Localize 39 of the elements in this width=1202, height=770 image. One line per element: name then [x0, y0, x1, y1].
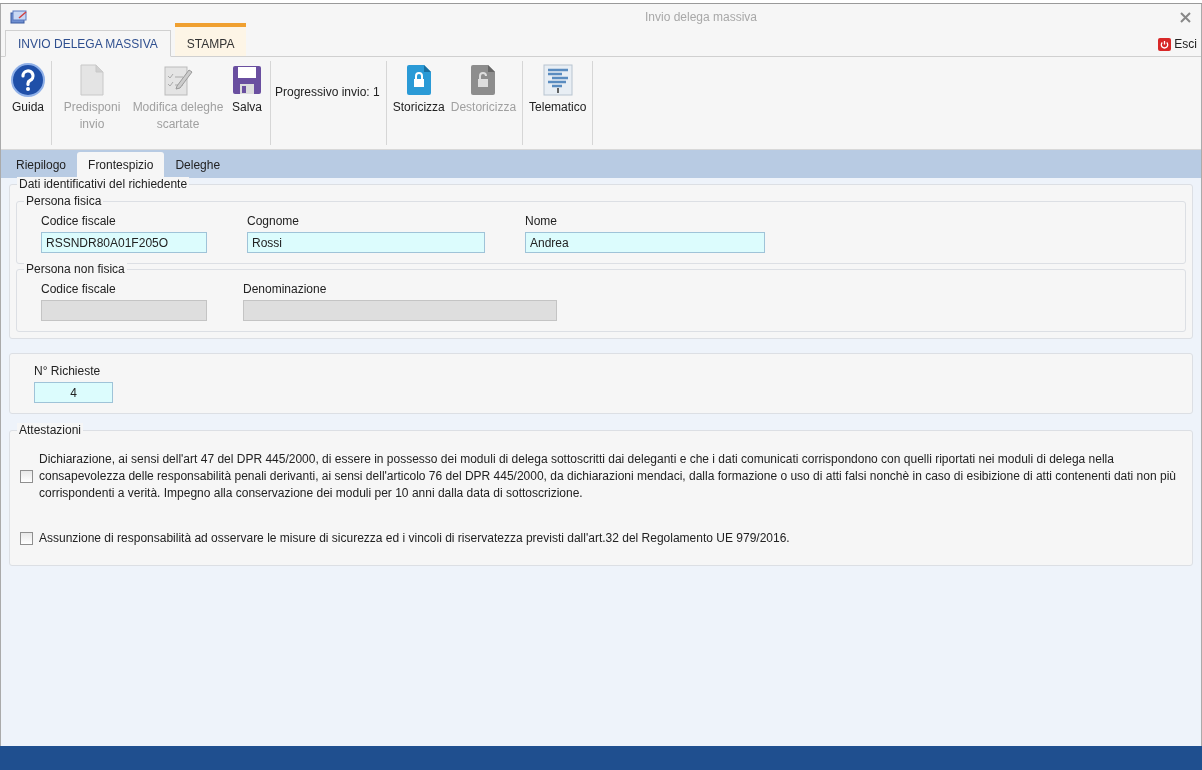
- attestation-text: Dichiarazione, ai sensi dell'art 47 del DPR 445/2000, di essere in possesso dei moduli di delega sottoscritti dai deleganti e che i dati comunicati corrispondono con quelli riportati nei moduli di delega nella consapevolezza delle responsabilità penali derivanti, ai sensi dell'articolo 76 del DPR 445/2000, da dichiarazioni mendaci, dalla formazione o uso di atti falsi nonchè in caso di esibizione di atti contenenti dati non più corrispondenti a verità. Impegno alla conservazione dei moduli per 10 anni dalla data di sottoscrizione.: [39, 451, 1177, 502]
- app-icon: [10, 10, 28, 24]
- tab[interactable]: Riepilogo: [5, 152, 78, 178]
- field-label: Denominazione: [243, 282, 328, 296]
- field-label: N° Richieste: [34, 364, 102, 378]
- ribbon-tab[interactable]: STAMPA: [174, 23, 247, 56]
- input-field[interactable]: RSSNDR80A01F205O: [41, 232, 207, 253]
- exit-button[interactable]: Esci: [1158, 37, 1197, 51]
- group-title: Dati identificativi del richiedente: [17, 177, 190, 191]
- field-label: Nome: [525, 214, 558, 228]
- unlocked-document-icon: [470, 64, 497, 96]
- document-lines-icon: [542, 64, 573, 96]
- power-icon: [1158, 37, 1172, 51]
- input-field[interactable]: 4: [34, 382, 113, 403]
- field-label: Cognome: [247, 214, 301, 228]
- field-label: Codice fiscale: [41, 282, 117, 296]
- locked-document-icon: [405, 64, 432, 96]
- toolbar-button[interactable]: Salva: [228, 61, 266, 116]
- help-icon: [11, 63, 45, 97]
- tab[interactable]: Deleghe: [164, 152, 232, 178]
- toolbar-button[interactable]: Telematico: [527, 61, 589, 116]
- toolbar-button[interactable]: Storicizza: [390, 61, 447, 116]
- document-icon: [79, 64, 105, 96]
- progressive-number-label: Progressivo invio: 1: [275, 84, 381, 99]
- pencil-document-icon: [163, 64, 193, 96]
- ribbon-tab[interactable]: INVIO DELEGA MASSIVA: [5, 30, 171, 57]
- checkbox[interactable]: [20, 470, 33, 483]
- input-field[interactable]: Rossi: [247, 232, 485, 253]
- close-icon[interactable]: [1180, 12, 1191, 23]
- tab[interactable]: Frontespizio: [77, 152, 165, 178]
- group-title: Persona fisica: [24, 194, 104, 208]
- group-title: Persona non fisica: [24, 262, 127, 276]
- checkbox[interactable]: [20, 532, 33, 545]
- group-title: Attestazioni: [17, 423, 84, 437]
- toolbar-button[interactable]: Guida: [9, 61, 47, 116]
- input-field[interactable]: Andrea: [525, 232, 765, 253]
- field-label: Codice fiscale: [41, 214, 117, 228]
- window-title: Invio delega massiva: [644, 10, 758, 24]
- attestation-text: Assunzione di responsabilità ad osservare le misure di sicurezza ed i vincoli di riservatezza previsti dall'art.32 del Regolamento UE 979/2016.: [39, 530, 790, 547]
